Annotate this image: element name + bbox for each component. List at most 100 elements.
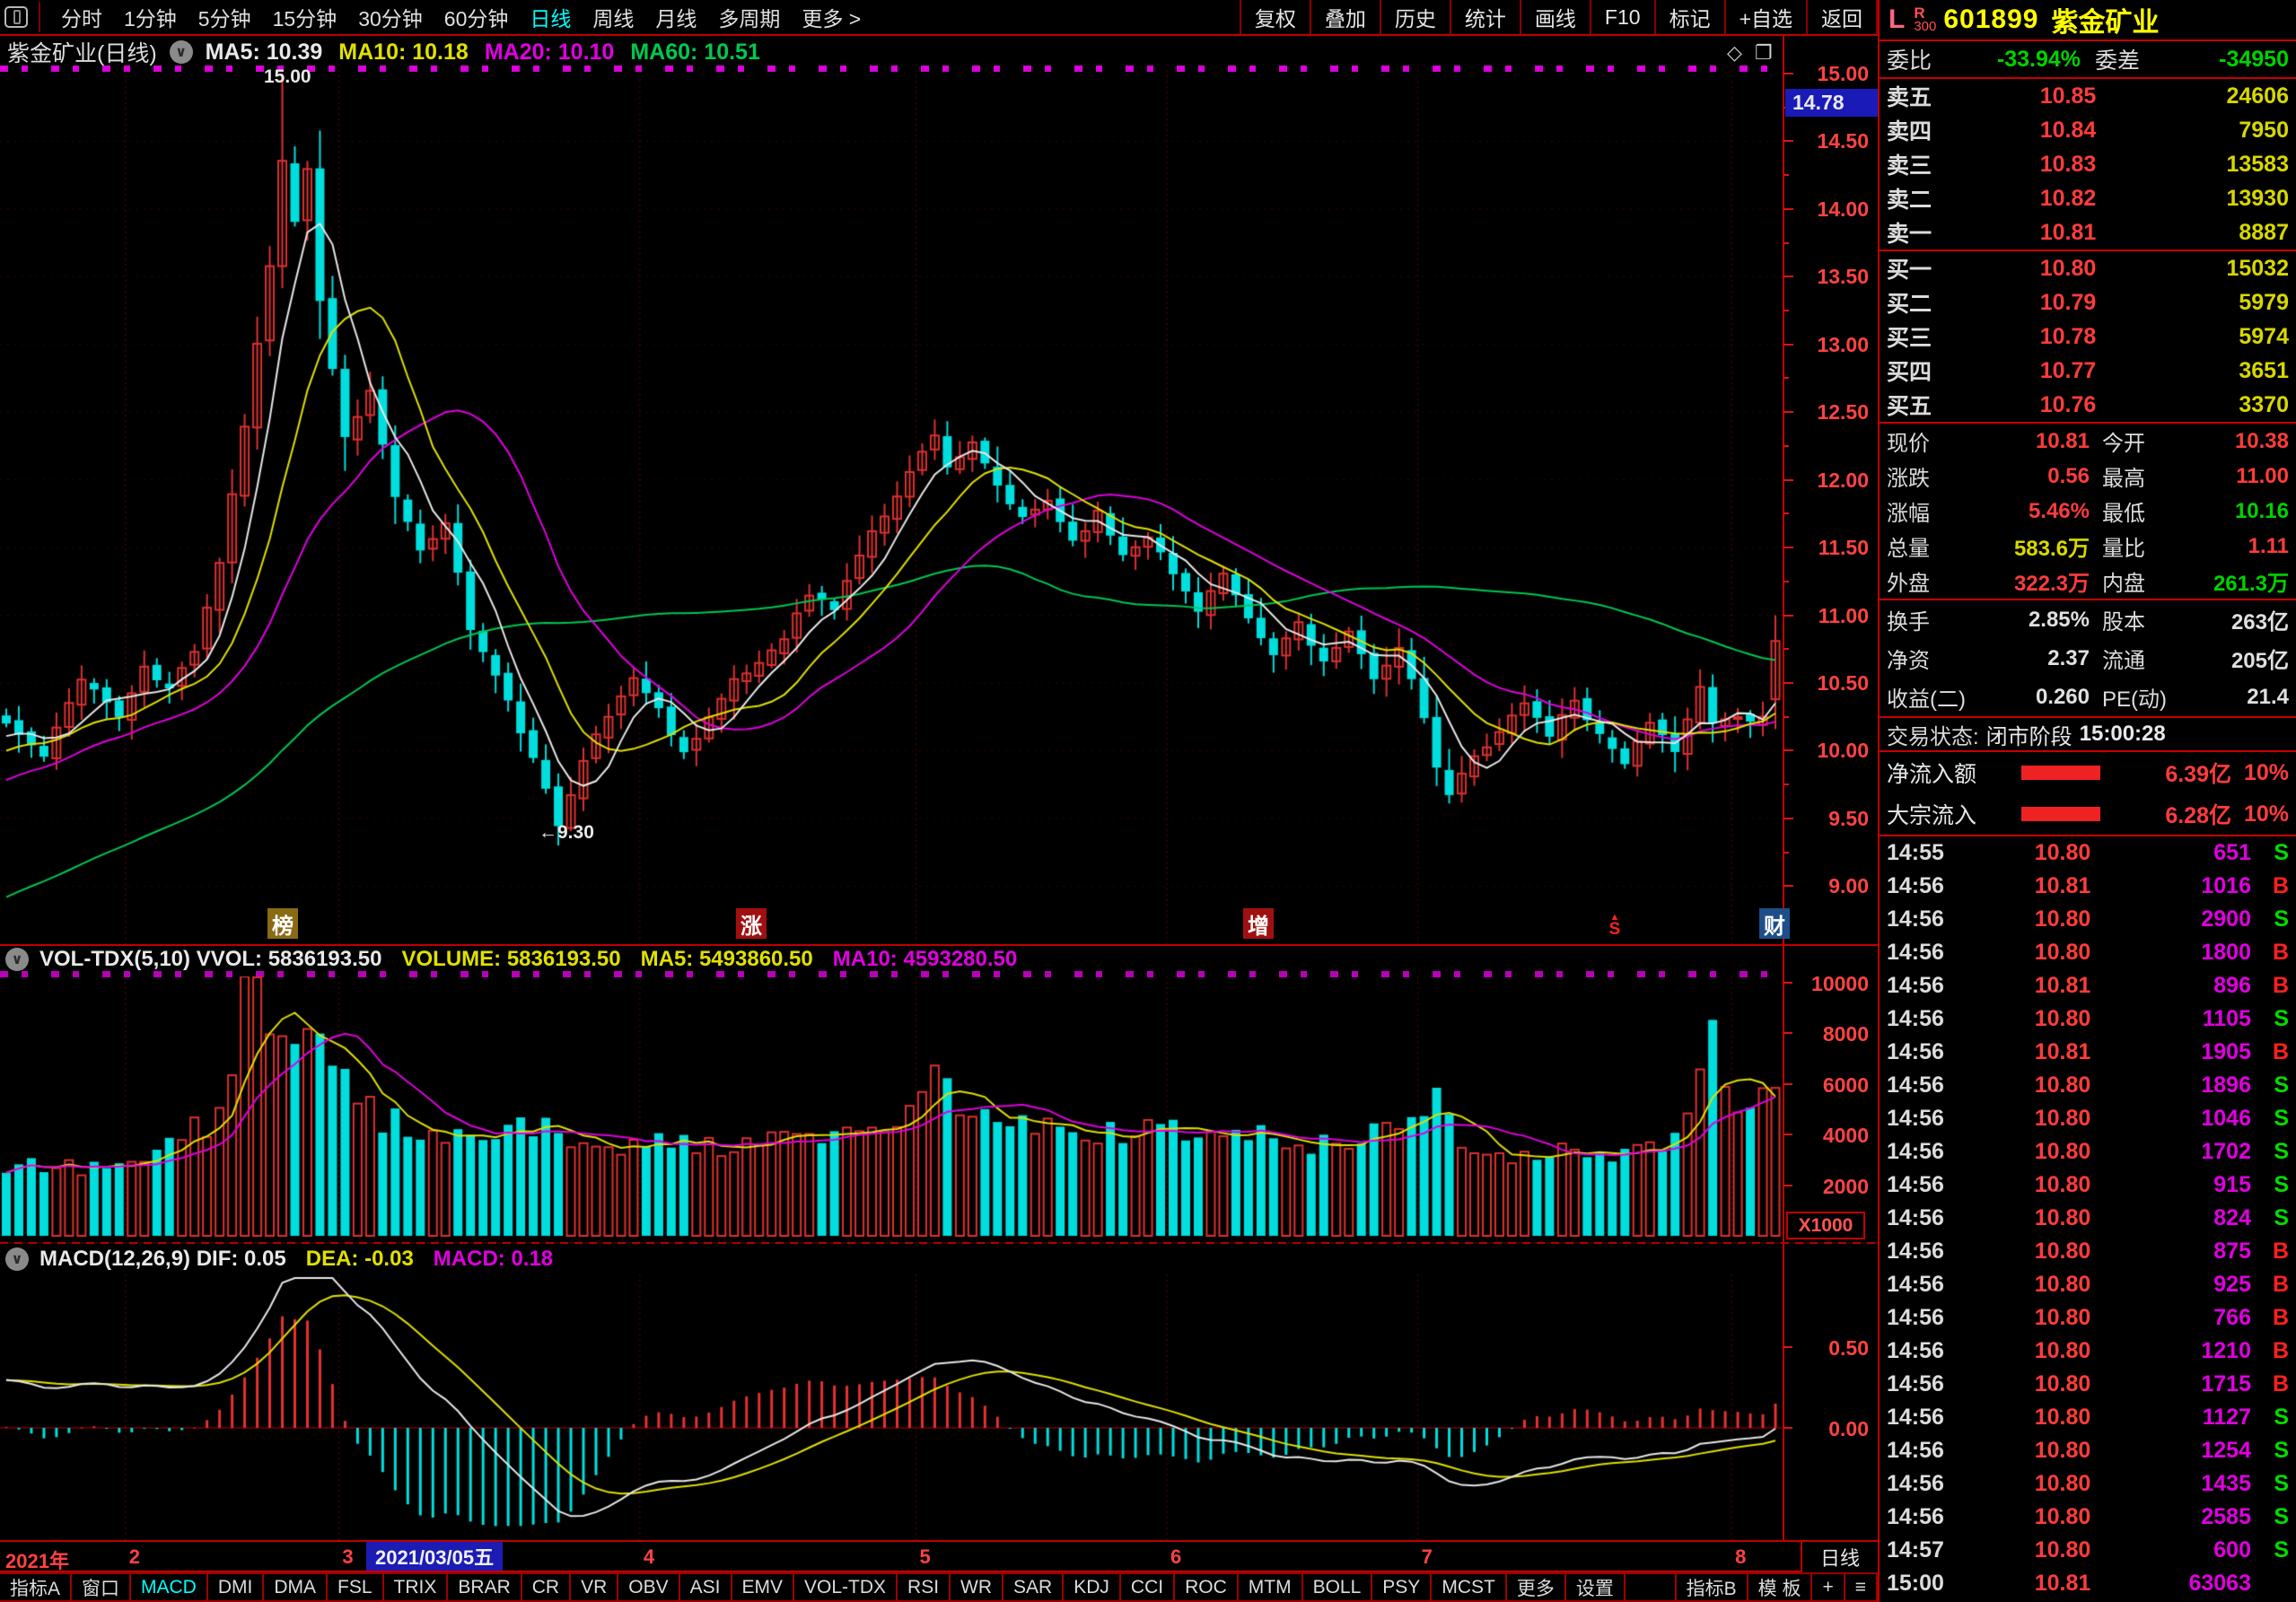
tick-row: 14:5610.801702S [1880,1135,2296,1169]
volume-chart-canvas[interactable] [0,976,1782,1239]
price-axis-label: 14.00 [1786,197,1869,222]
quote-level-row[interactable]: 卖二10.8213930 [1880,181,2296,215]
menu-30分钟[interactable]: 30分钟 [350,2,431,32]
quote-level-row[interactable]: 买五10.763370 [1880,388,2296,422]
indicator-设置[interactable]: 设置 [1564,1572,1626,1602]
window-icon[interactable] [4,6,28,28]
menu-日线[interactable]: 日线 [521,2,579,32]
axis-tick [1783,411,1793,413]
event-marker-财[interactable]: 财 [1759,908,1790,939]
tick-row: 14:5610.801046S [1880,1102,2296,1135]
event-marker-增[interactable]: 增 [1243,908,1274,939]
indicator-更多[interactable]: 更多 [1505,1572,1566,1602]
menu-60分钟[interactable]: 60分钟 [436,2,517,32]
panel-icon[interactable]: ❐ [1755,41,1773,65]
ma-label: MA5: 10.39 [206,39,323,66]
menu-更多 >[interactable]: 更多 > [793,2,869,32]
quote-level-row[interactable]: 卖三10.8313583 [1880,147,2296,181]
menu-F10[interactable]: F10 [1590,0,1654,34]
toolbar-指标B[interactable]: 指标B [1675,1572,1748,1602]
volume-unit-label: X1000 [1786,1212,1865,1239]
money-flow-row: 大宗流入6.28亿10% [1880,793,2296,835]
menu-分时[interactable]: 分时 [53,2,110,32]
toolbar-≡[interactable]: ≡ [1844,1572,1878,1602]
indicator-DMA[interactable]: DMA [262,1572,328,1602]
menu-月线[interactable]: 月线 [647,2,705,32]
period-label[interactable]: 日线 [1801,1540,1880,1574]
menu-统计[interactable]: 统计 [1450,0,1520,34]
stock-header[interactable]: L R 300 601899 紫金矿业 [1880,0,2296,39]
axis-minor-tick [1783,716,1789,718]
tick-list[interactable]: 14:5510.80651S14:5610.811016B14:5610.802… [1880,836,2296,1602]
event-marker-涨[interactable]: 涨 [736,908,767,939]
indicator-VOL-TDX[interactable]: VOL-TDX [793,1572,898,1602]
indicator-OBV[interactable]: OBV [617,1572,679,1602]
indicator-FSL[interactable]: FSL [326,1572,384,1602]
indicator-TRIX[interactable]: TRIX [382,1572,449,1602]
indicator-DMI[interactable]: DMI [206,1572,265,1602]
tick-row: 14:5610.802900S [1880,903,2296,936]
menu-周线[interactable]: 周线 [584,2,642,32]
timeframe-menu: 分时1分钟5分钟15分钟30分钟60分钟日线周线月线多周期更多 > [0,2,869,32]
kline-chart-canvas[interactable] [0,65,1782,944]
menu-返回[interactable]: 返回 [1806,0,1878,34]
quote-level-row[interactable]: 卖一10.818887 [1880,215,2296,249]
toolbar-+[interactable]: + [1810,1572,1845,1602]
menu-叠加[interactable]: 叠加 [1310,0,1380,34]
indicator-BOLL[interactable]: BOLL [1301,1572,1373,1602]
indicator-MCST[interactable]: MCST [1430,1572,1507,1602]
diamond-icon[interactable]: ◇ [1727,41,1742,65]
indicator-EMV[interactable]: EMV [731,1572,795,1602]
indicator-ROC[interactable]: ROC [1173,1572,1239,1602]
weibi-label: 委比 [1887,43,1964,75]
menu-复权[interactable]: 复权 [1240,0,1310,34]
indicator-MACD[interactable]: MACD [129,1572,208,1602]
menu-+自选[interactable]: +自选 [1724,0,1806,34]
flow-bar [2021,807,2100,821]
event-marker-S[interactable]: ▲S [1599,908,1630,939]
quote-level-row[interactable]: 卖四10.847950 [1880,113,2296,147]
menu-15分钟[interactable]: 15分钟 [265,2,346,32]
axis-minor-tick [1783,174,1789,176]
price-axis-label: 13.50 [1786,265,1869,289]
menu-1分钟[interactable]: 1分钟 [116,2,185,32]
flow-bar [2021,766,2100,780]
date-axis[interactable]: 2021年 2345678 2021/03/05五 [0,1542,1878,1571]
indicator-CCI[interactable]: CCI [1119,1572,1175,1602]
menu-5分钟[interactable]: 5分钟 [190,2,259,32]
macd-chart-canvas[interactable] [0,1274,1782,1540]
axis-minor-tick [1783,512,1789,514]
indicator-BRAR[interactable]: BRAR [446,1572,521,1602]
volume-axis-label: 8000 [1786,1022,1869,1046]
quote-level-row[interactable]: 买四10.773651 [1880,354,2296,388]
indicator-VR[interactable]: VR [569,1572,618,1602]
quote-level-row[interactable]: 买三10.785974 [1880,320,2296,354]
axis-tick [1783,682,1793,684]
toolbar-指标A[interactable]: 指标A [0,1572,72,1602]
indicator-WR[interactable]: WR [949,1572,1003,1602]
menu-标记[interactable]: 标记 [1654,0,1724,34]
menu-多周期[interactable]: 多周期 [710,2,788,32]
tick-row: 14:5610.801127S [1880,1401,2296,1434]
chevron-down-icon[interactable]: ∨ [5,1247,29,1271]
toolbar-窗口[interactable]: 窗口 [70,1572,131,1602]
indicator-RSI[interactable]: RSI [896,1572,951,1602]
axis-minor-tick [1783,783,1789,785]
event-marker-榜[interactable]: 榜 [267,908,298,939]
indicator-MTM[interactable]: MTM [1237,1572,1303,1602]
chevron-down-icon[interactable]: ∨ [5,948,29,971]
indicator-SAR[interactable]: SAR [1002,1572,1064,1602]
weicha-label: 委差 [2081,43,2172,75]
toolbar-模 板[interactable]: 模 板 [1747,1572,1813,1602]
indicator-ASI[interactable]: ASI [679,1572,732,1602]
quote-level-row[interactable]: 卖五10.8524606 [1880,79,2296,113]
indicator-KDJ[interactable]: KDJ [1062,1572,1121,1602]
menu-历史[interactable]: 历史 [1380,0,1450,34]
indicator-CR[interactable]: CR [521,1572,571,1602]
quote-level-row[interactable]: 买一10.8015032 [1880,251,2296,285]
menu-画线[interactable]: 画线 [1520,0,1590,34]
chevron-down-icon[interactable]: ∨ [170,40,193,64]
quote-level-row[interactable]: 买二10.795979 [1880,285,2296,320]
status-value: 闭市阶段 [1986,719,2073,750]
indicator-PSY[interactable]: PSY [1371,1572,1432,1602]
